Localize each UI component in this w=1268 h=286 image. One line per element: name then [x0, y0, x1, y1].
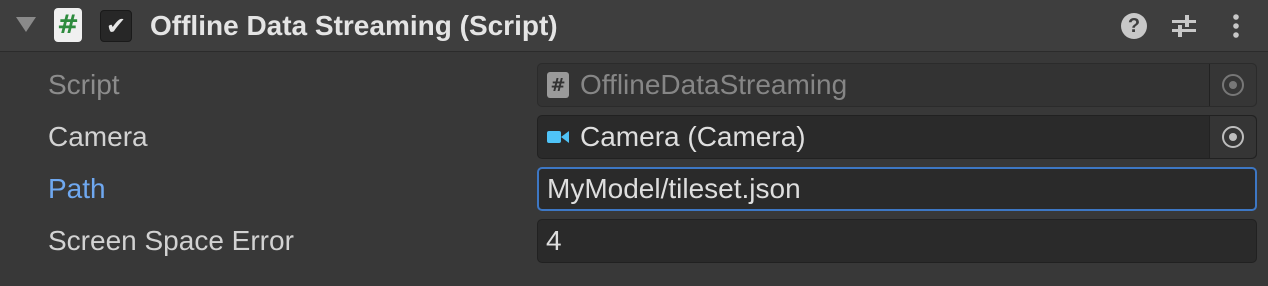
property-label-path: Path — [48, 173, 106, 204]
property-row-script: Script # OfflineDataStreaming — [0, 62, 1268, 108]
script-badge-glyph: # — [57, 10, 79, 40]
csharp-script-icon: # — [54, 8, 82, 42]
presets-button[interactable] — [1170, 12, 1198, 40]
context-menu-button[interactable] — [1222, 12, 1250, 40]
component-inspector-panel: # ✔ Offline Data Streaming (Script) ? Sc… — [0, 0, 1268, 286]
presets-sliders-icon — [1172, 15, 1196, 37]
camera-object-picker[interactable] — [1209, 116, 1256, 158]
property-row-screen-space-error: Screen Space Error 4 — [0, 218, 1268, 264]
foldout-arrow-icon[interactable] — [16, 17, 36, 32]
kebab-menu-icon — [1233, 14, 1239, 38]
component-title: Offline Data Streaming (Script) — [150, 10, 558, 41]
property-label-screen-space-error: Screen Space Error — [48, 225, 294, 256]
script-field-value: OfflineDataStreaming — [580, 69, 848, 100]
property-label-camera: Camera — [48, 121, 148, 152]
help-glyph: ? — [1127, 14, 1141, 37]
property-row-path: Path MyModel/tileset.json — [0, 166, 1268, 212]
camera-icon — [546, 125, 570, 149]
path-text-input[interactable]: MyModel/tileset.json — [537, 167, 1257, 211]
help-button[interactable]: ? — [1120, 12, 1148, 40]
screen-space-error-value: 4 — [546, 225, 562, 256]
camera-object-field[interactable]: Camera (Camera) — [537, 115, 1257, 159]
help-icon: ? — [1121, 13, 1147, 39]
checkmark-icon: ✔ — [105, 12, 127, 40]
component-enabled-checkbox[interactable]: ✔ — [100, 10, 132, 42]
screen-space-error-input[interactable]: 4 — [537, 219, 1257, 263]
property-label-script: Script — [48, 69, 120, 100]
component-header[interactable]: # ✔ Offline Data Streaming (Script) ? — [0, 0, 1268, 52]
script-icon: # — [546, 72, 570, 98]
property-row-camera: Camera Camera (Camera) — [0, 114, 1268, 160]
object-picker-icon — [1222, 74, 1244, 96]
script-object-picker — [1209, 64, 1256, 106]
camera-field-value: Camera (Camera) — [580, 121, 806, 152]
object-picker-icon — [1222, 126, 1244, 148]
path-field-value: MyModel/tileset.json — [547, 173, 801, 204]
script-object-field: # OfflineDataStreaming — [537, 63, 1257, 107]
